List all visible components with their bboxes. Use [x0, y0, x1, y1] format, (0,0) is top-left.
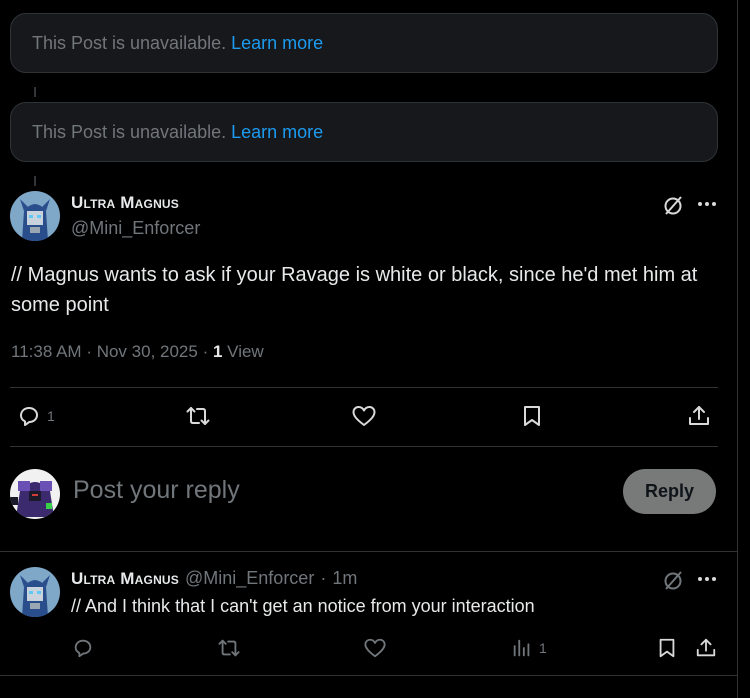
- bookmark-button[interactable]: [656, 637, 678, 659]
- user-handle[interactable]: @Mini_Enforcer: [185, 568, 314, 589]
- reply-avatar-image: [10, 567, 60, 617]
- reply-count: 1: [47, 408, 55, 424]
- post-age[interactable]: 1m: [332, 568, 357, 589]
- unavailable-text: This Post is unavailable.: [32, 121, 227, 142]
- bookmark-button[interactable]: [520, 404, 544, 428]
- more-dots-icon[interactable]: [694, 567, 720, 591]
- bookmark-icon: [524, 406, 540, 426]
- unavailable-post-1: This Post is unavailable. Learn more: [10, 13, 718, 73]
- divider: [0, 675, 738, 676]
- views-button[interactable]: 1: [511, 637, 547, 659]
- divider: [10, 446, 718, 447]
- column-divider: [737, 0, 738, 698]
- repost-button[interactable]: [185, 404, 211, 428]
- heart-icon: [352, 406, 376, 426]
- post-text: // Magnus wants to ask if your Ravage is…: [11, 264, 698, 316]
- composer-avatar-image: [10, 469, 60, 519]
- display-name[interactable]: Ultra Magnus: [71, 193, 179, 213]
- repost-button[interactable]: [217, 637, 241, 659]
- post-meta: 11:38 AM · Nov 30, 2025 · 1 View: [11, 342, 264, 361]
- post-time[interactable]: 11:38 AM: [11, 342, 82, 361]
- heart-icon: [364, 638, 386, 658]
- post-date[interactable]: Nov 30, 2025: [97, 342, 198, 361]
- display-name[interactable]: Ultra Magnus: [71, 569, 179, 589]
- avatar[interactable]: [10, 191, 60, 241]
- unavailable-post-2: This Post is unavailable. Learn more: [10, 102, 718, 162]
- share-button[interactable]: [695, 637, 717, 659]
- thread-connector: [34, 176, 36, 186]
- repost-icon: [186, 407, 210, 425]
- thread-connector: [34, 87, 36, 97]
- divider: [0, 551, 738, 552]
- comment-icon: [74, 639, 92, 658]
- reply-header: Ultra Magnus @Mini_Enforcer · 1m: [71, 568, 358, 589]
- comment-icon: [20, 407, 38, 426]
- like-button[interactable]: [363, 637, 387, 659]
- bar-chart-icon: [513, 639, 530, 657]
- share-upload-icon: [689, 406, 709, 425]
- reply-avatar[interactable]: [10, 567, 60, 617]
- reply-button[interactable]: [72, 637, 94, 659]
- bookmark-icon: [659, 638, 675, 658]
- unavailable-text: This Post is unavailable.: [32, 32, 227, 53]
- views-count: 1: [539, 640, 547, 656]
- reply-input[interactable]: Post your reply: [73, 476, 240, 505]
- view-label: View: [227, 342, 264, 361]
- share-button[interactable]: [687, 404, 711, 428]
- divider: [10, 387, 718, 388]
- user-handle[interactable]: @Mini_Enforcer: [71, 218, 200, 239]
- grok-slash-circle-icon[interactable]: [660, 192, 686, 218]
- composer-avatar[interactable]: [10, 469, 60, 519]
- grok-slash-circle-icon[interactable]: [660, 567, 686, 593]
- share-upload-icon: [696, 638, 716, 657]
- reply-post-text: // And I think that I can't get an notic…: [71, 596, 535, 616]
- reply-button[interactable]: 1: [17, 404, 55, 428]
- view-count: 1: [212, 342, 223, 361]
- learn-more-link[interactable]: Learn more: [231, 33, 323, 54]
- repost-icon: [218, 639, 240, 657]
- reply-submit-button[interactable]: Reply: [623, 469, 716, 514]
- avatar-image: [10, 191, 60, 241]
- more-dots-icon[interactable]: [694, 192, 720, 216]
- like-button[interactable]: [351, 404, 377, 428]
- learn-more-link[interactable]: Learn more: [231, 122, 323, 143]
